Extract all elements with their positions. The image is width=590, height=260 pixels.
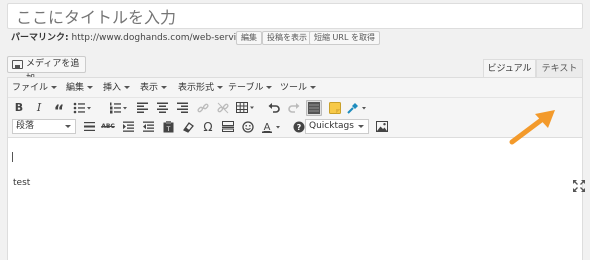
menu-table-label: テーブル [228,83,264,93]
fullscreen-icon[interactable] [572,178,586,192]
menu-insert-label: 挿入 [103,83,122,93]
menu-view[interactable]: 表示 [140,80,168,96]
blockquote-icon[interactable]: “ [52,101,66,120]
menu-tools[interactable]: ツール [280,80,317,96]
quicktags-select[interactable]: Quicktags [305,119,369,134]
media-icon [12,60,23,69]
tab-text[interactable]: テキスト [536,59,583,78]
table-icon[interactable] [236,101,256,115]
chevron-down-icon [310,86,317,89]
strikethrough-icon[interactable]: ABC [101,120,115,134]
menu-edit-label: 編集 [66,83,85,93]
undo-icon[interactable] [267,101,281,115]
menu-file[interactable]: ファイル [12,80,58,96]
format-select[interactable]: 段落 [12,119,76,134]
chevron-down-icon [358,125,364,128]
toolbar-divider [8,97,582,98]
chevron-down-icon [266,86,273,89]
redo-icon[interactable] [287,101,301,115]
bullet-list-icon[interactable] [72,101,94,115]
bold-icon[interactable]: B [12,101,26,115]
outdent-icon[interactable] [141,120,155,134]
text-color-icon[interactable]: A [261,120,285,134]
page-break-icon[interactable] [221,120,235,134]
indent-icon[interactable] [121,120,135,134]
menu-tools-label: ツール [280,83,308,93]
note-icon[interactable] [328,101,342,115]
chevron-down-icon [217,86,224,89]
arrow-annotation-icon [509,110,555,145]
content-paragraph: test [13,178,31,188]
quicktags-select-value: Quicktags [309,121,354,131]
clear-format-icon[interactable] [181,120,195,134]
menu-format-label: 表示形式 [178,83,215,93]
editor-content[interactable]: test [13,148,573,248]
link-icon[interactable] [196,101,210,115]
permalink-label: パーマリンク: [11,33,69,43]
menu-table[interactable]: テーブル [228,80,273,96]
align-left-icon[interactable] [135,101,149,115]
edit-permalink-button[interactable]: 編集 [236,31,262,45]
menu-format[interactable]: 表示形式 [178,80,224,96]
toolbar-row-2: 段落 ABC T Ω A ? Quicktags [8,118,582,136]
menu-file-label: ファイル [12,83,49,93]
add-media-button[interactable]: メディアを追加 [7,56,86,84]
get-shortlink-button[interactable]: 短縮 URL を取得 [309,31,380,45]
paste-text-icon[interactable]: T [161,120,175,134]
text-cursor [12,152,13,162]
italic-icon[interactable]: I [32,101,46,115]
editor-panel: ファイル 編集 挿入 表示 表示形式 テーブル ツール B I “ 段落 ABC… [7,77,585,260]
menu-insert[interactable]: 挿入 [103,80,131,96]
format-select-value: 段落 [16,121,35,131]
image-icon[interactable] [375,120,389,134]
chevron-down-icon [87,86,94,89]
permalink-url-prefix: http://www.doghands.com/web-service/ [71,33,250,43]
emoji-icon[interactable] [241,120,255,134]
title-input[interactable] [7,3,583,29]
align-right-icon[interactable] [175,101,189,115]
toolbar-row-1: B I “ [8,97,582,120]
chevron-down-icon [161,86,168,89]
special-char-icon[interactable]: Ω [201,120,215,134]
horizontal-rule-icon[interactable] [82,120,96,134]
svg-text:?: ? [297,123,302,132]
menu-view-label: 表示 [140,83,159,93]
chevron-down-icon [124,86,131,89]
svg-text:T: T [165,126,170,133]
eyedropper-icon[interactable] [347,101,369,115]
svg-text:A: A [264,122,271,133]
toolbar-toggle-icon[interactable] [306,100,322,116]
align-center-icon[interactable] [155,101,169,115]
tab-visual[interactable]: ビジュアル [483,59,536,78]
menu-edit[interactable]: 編集 [66,80,94,96]
view-post-button[interactable]: 投稿を表示 [262,31,312,45]
editor-tabs: ビジュアル テキスト [483,59,583,78]
editor-toolbar: ファイル 編集 挿入 表示 表示形式 テーブル ツール B I “ 段落 ABC… [8,78,585,192]
chevron-down-icon [51,86,58,89]
numbered-list-icon[interactable] [108,101,130,115]
help-icon[interactable]: ? [292,120,306,134]
unlink-icon[interactable] [216,101,230,115]
chevron-down-icon [65,125,71,128]
